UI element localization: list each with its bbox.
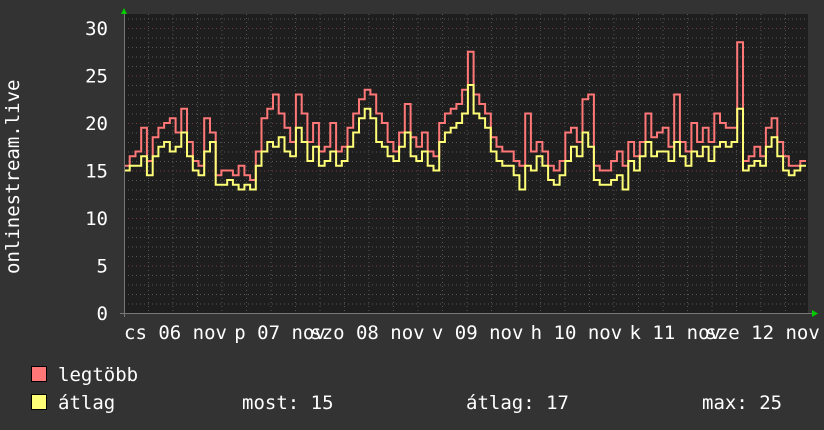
- x-tick-label: szo 08 nov: [310, 322, 424, 344]
- y-tick-label: 0: [97, 303, 108, 325]
- x-axis-ticks: cs 06 nov p 07 novszo 08 nov v 09 nov h 10 …: [124, 322, 820, 344]
- y-axis-label: onlinestream.live: [2, 80, 24, 274]
- y-tick-label: 30: [85, 18, 108, 40]
- stat-maximum: max: 25: [702, 392, 783, 414]
- chart: 051015202530 cs 06 nov p 07 novszo 08 nov…: [2, 8, 820, 344]
- y-tick-label: 10: [85, 208, 108, 230]
- x-tick-label: v 09 nov: [432, 322, 524, 344]
- legend-label-avg: átlag: [58, 392, 116, 414]
- y-axis-ticks: 0 5 10 15 20 25 30: [85, 18, 108, 325]
- y-tick-label: 15: [85, 161, 108, 183]
- y-tick-label: 25: [85, 66, 108, 88]
- x-tick-label: cs 06 nov: [124, 322, 227, 344]
- x-axis-arrow-icon: [812, 310, 818, 317]
- y-tick-label: 5: [97, 256, 108, 278]
- y-tick-label: 20: [85, 113, 108, 135]
- x-tick-label: sze 12 nov: [705, 322, 819, 344]
- plot-area: [124, 14, 808, 313]
- stat-current: most: 15: [242, 392, 334, 414]
- y-axis-arrow-icon: [121, 8, 127, 14]
- stat-average: átlag: 17: [466, 392, 569, 414]
- legend-label-max: legtöbb: [58, 364, 139, 386]
- legend-swatch-max: [31, 366, 47, 382]
- x-tick-label: h 10 nov: [531, 322, 623, 344]
- legend-swatch-avg: [31, 394, 47, 410]
